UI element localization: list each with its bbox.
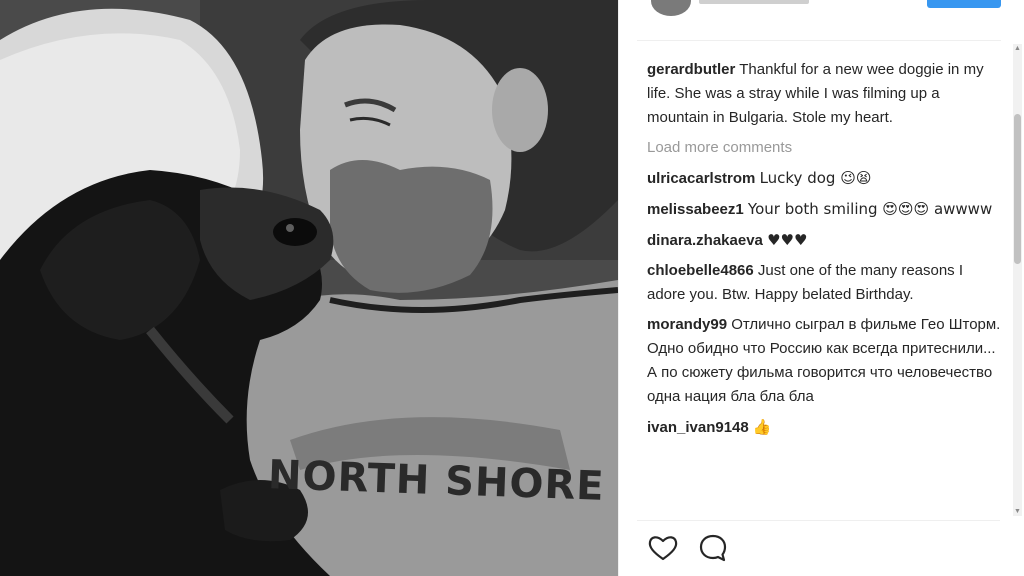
footer-divider xyxy=(637,520,1000,521)
post-caption: gerardbutler Thankful for a new wee dogg… xyxy=(647,58,1003,130)
comment-item: melissabeez1 Your both smiling 😍😍😍 awwww xyxy=(647,197,1003,222)
comment-item: dinara.zhakaeva ♥♥♥ xyxy=(647,228,1003,253)
header-username-placeholder[interactable] xyxy=(699,0,809,4)
heart-icon[interactable] xyxy=(647,532,679,564)
comment-item: chloebelle4866 Just one of the many reas… xyxy=(647,259,1003,307)
scroll-up-arrow-icon[interactable]: ▲ xyxy=(1013,44,1022,53)
comments-list: gerardbutler Thankful for a new wee dogg… xyxy=(647,58,1003,518)
comment-username[interactable]: dinara.zhakaeva xyxy=(647,232,763,249)
comment-text: Lucky dog 😉😫 xyxy=(759,169,872,187)
comment-username[interactable]: morandy99 xyxy=(647,316,727,333)
comment-item: ulricacarlstrom Lucky dog 😉😫 xyxy=(647,166,1003,191)
comment-username[interactable]: ivan_ivan9148 xyxy=(647,419,749,436)
header-divider xyxy=(637,40,1001,41)
post-header xyxy=(619,0,1024,41)
comment-text: ♥♥♥ xyxy=(767,231,808,249)
load-more-comments-link[interactable]: Load more comments xyxy=(647,136,1003,160)
comment-username[interactable]: ulricacarlstrom xyxy=(647,170,755,187)
caption-username[interactable]: gerardbutler xyxy=(647,61,735,78)
scroll-down-arrow-icon[interactable]: ▼ xyxy=(1013,507,1022,516)
follow-button[interactable] xyxy=(927,0,1001,8)
comment-text: Your both smiling 😍😍😍 awwww xyxy=(747,200,993,218)
comment-username[interactable]: melissabeez1 xyxy=(647,201,744,218)
comment-text: 👍 xyxy=(752,418,772,436)
comment-item: ivan_ivan9148 👍 xyxy=(647,415,1003,440)
post-sidebar: gerardbutler Thankful for a new wee dogg… xyxy=(618,0,1024,576)
avatar[interactable] xyxy=(651,0,691,16)
comment-item: morandy99 Отлично сыграл в фильме Гео Шт… xyxy=(647,313,1003,409)
scrollbar-thumb[interactable] xyxy=(1014,114,1021,264)
comment-icon[interactable] xyxy=(697,532,729,564)
post-photo: NORTH SHORE xyxy=(0,0,618,576)
comment-username[interactable]: chloebelle4866 xyxy=(647,262,754,279)
comments-scrollbar[interactable]: ▲ ▼ xyxy=(1013,44,1022,516)
